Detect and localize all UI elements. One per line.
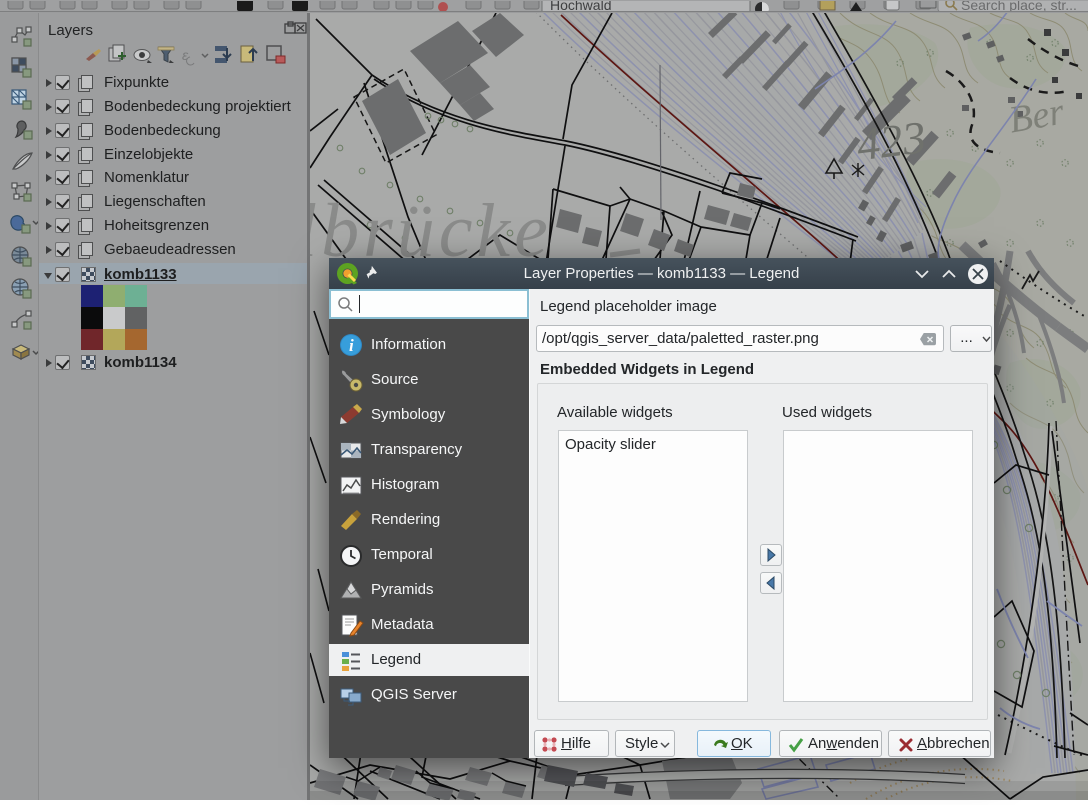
svg-text:423: 423 <box>854 111 929 170</box>
svg-text:i: i <box>349 336 354 355</box>
svg-text:ε: ε <box>182 47 189 63</box>
svg-text:Search place, str...: Search place, str... <box>961 1 1077 12</box>
svg-text:Hochwald: Hochwald <box>550 1 611 12</box>
